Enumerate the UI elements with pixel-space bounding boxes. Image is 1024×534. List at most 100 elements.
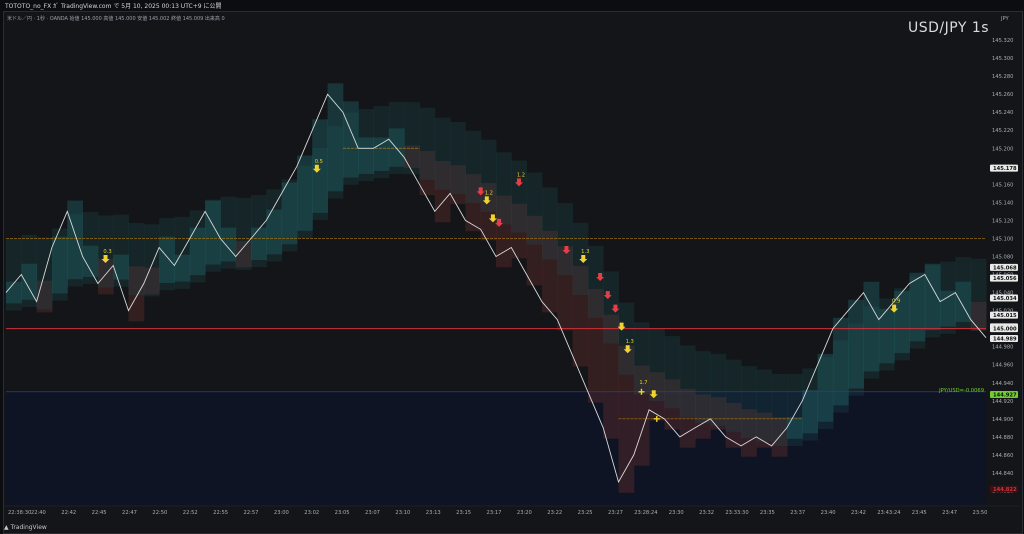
x-tick-label: 22:50	[152, 510, 167, 516]
y-tick-label: 144.900	[992, 417, 1013, 423]
price-tag-label: 145.034	[993, 296, 1017, 302]
cloud-band-outer	[82, 211, 99, 285]
cloud-band-outer	[388, 101, 405, 174]
y-tick-label: 144.920	[992, 399, 1013, 405]
x-axis-ticks: 22:38:30 22:40 22:42 22:45 22:47 22:50 22:52 22…	[8, 510, 987, 516]
x-tick-label: 23:05	[335, 510, 350, 516]
cloud-band-outer	[113, 214, 129, 287]
x-tick-label: 23:33:30	[725, 510, 748, 516]
y-tick-label: 145.120	[992, 218, 1013, 224]
price-tag-label: 145.178	[993, 166, 1017, 172]
x-tick-label: 23:43:24	[877, 510, 901, 516]
cloud-band-outer	[572, 222, 589, 295]
x-tick-label: 23:22	[547, 510, 562, 516]
cloud-band-outer	[710, 353, 727, 426]
signal-label: 0.5	[315, 159, 323, 165]
signal-label: 1.3	[581, 249, 589, 255]
x-tick-label: 23:37	[790, 510, 805, 516]
cloud-band-outer	[266, 189, 283, 262]
cloud-band-outer	[940, 261, 956, 334]
x-tick-label: 23:27	[608, 510, 623, 516]
x-tick-label: 23:45	[912, 510, 927, 516]
cloud-band-outer	[832, 340, 849, 413]
price-tag-label: 144.927	[993, 392, 1017, 398]
cloud-band-outer	[817, 356, 834, 429]
cloud-band-outer	[342, 112, 359, 185]
cloud-band-outer	[419, 107, 436, 180]
cloud-band-outer	[404, 102, 420, 175]
x-tick-label: 23:35	[760, 510, 775, 516]
cloud-band-outer	[863, 306, 880, 379]
cloud-band-outer	[143, 224, 160, 297]
cloud-band-outer	[174, 216, 191, 289]
signal-label: 0.9	[892, 299, 900, 305]
x-tick-label: 23:47	[942, 510, 957, 516]
cloud-band-outer	[541, 187, 558, 260]
cloud-band-outer	[496, 152, 512, 225]
cloud-band-outer	[128, 222, 145, 296]
y-tick-label: 144.860	[992, 453, 1013, 459]
cloud-band-outer	[557, 203, 574, 276]
x-tick-label: 23:32	[699, 510, 714, 516]
y-tick-label: 145.260	[992, 92, 1013, 98]
x-tick-label: 22:40	[31, 510, 46, 516]
y-tick-label: 145.320	[992, 38, 1013, 44]
tradingview-logo-icon: ▲	[4, 524, 9, 531]
signal-label: 1.2	[485, 190, 493, 196]
y-tick-label: 144.840	[992, 471, 1013, 477]
cloud-band-outer	[251, 195, 267, 268]
x-tick-label: 23:40	[821, 510, 836, 516]
cloud-band-outer	[649, 328, 665, 402]
cloud-band-outer	[786, 373, 803, 446]
cloud-band-outer	[327, 126, 344, 199]
cloud-band-outer	[848, 323, 864, 396]
x-tick-label: 22:47	[122, 510, 137, 516]
x-tick-label: 22:57	[244, 510, 259, 516]
cloud-band-outer	[802, 368, 819, 441]
y-tick-label: 145.280	[992, 74, 1013, 80]
y-tick-label: 145.200	[992, 146, 1013, 152]
cloud-band-outer	[771, 373, 788, 447]
cloud-band-outer	[587, 245, 604, 318]
price-chart[interactable]: 0.3 0.5 1.2 1.2 1.3 1.3 1.7 0.9 145.320 145.300 1…	[0, 0, 1024, 534]
cloud-band-outer	[189, 210, 206, 283]
signal-label: 0.3	[103, 249, 111, 255]
x-tick-label: 22:42	[61, 510, 76, 516]
x-tick-label: 22:45	[92, 510, 107, 516]
cloud-band-outer	[450, 121, 466, 195]
signal-label: 1.3	[626, 339, 634, 345]
cloud-band-outer	[6, 238, 22, 311]
signal-label: 1.7	[639, 380, 647, 386]
y-tick-label: 145.160	[992, 182, 1013, 188]
cloud-band-outer	[358, 108, 374, 182]
y-tick-label: 144.960	[992, 363, 1013, 369]
y-tick-label: 144.940	[992, 381, 1013, 387]
cloud-band-outer	[741, 366, 757, 439]
y-tick-label: 145.220	[992, 128, 1013, 134]
chart-annotations: JPY/USD=-0.0069	[938, 388, 984, 394]
y-tick-label: 145.300	[992, 56, 1013, 62]
x-tick-label: 23:30	[669, 510, 684, 516]
cloud-band-outer	[526, 172, 543, 245]
cloud-band-outer	[756, 369, 773, 442]
y-tick-label: 144.880	[992, 435, 1013, 441]
y-tick-label: 145.100	[992, 236, 1013, 242]
cloud-band-outer	[235, 197, 252, 270]
cloud-band-outer	[725, 359, 742, 432]
cloud-band-outer	[159, 218, 175, 291]
price-tag-label: 145.015	[993, 313, 1017, 319]
cloud-band-outer	[281, 179, 298, 252]
x-tick-label: 23:02	[304, 510, 319, 516]
y-tick-label: 145.240	[992, 110, 1013, 116]
x-tick-label: 23:07	[365, 510, 380, 516]
y-tick-label: 144.980	[992, 345, 1013, 351]
annotation-text: JPY/USD=-0.0069	[938, 388, 984, 394]
price-tag-label: 144.989	[993, 337, 1017, 343]
x-tick-label: 23:25	[578, 510, 593, 516]
x-tick-label: 22:52	[183, 510, 198, 516]
axis-unit: JPY	[1000, 16, 1010, 22]
x-tick-label: 23:17	[487, 510, 502, 516]
cloud-band-outer	[296, 165, 313, 239]
x-tick-label: 22:38:30	[8, 510, 31, 516]
cloud-band-outer	[511, 160, 528, 233]
